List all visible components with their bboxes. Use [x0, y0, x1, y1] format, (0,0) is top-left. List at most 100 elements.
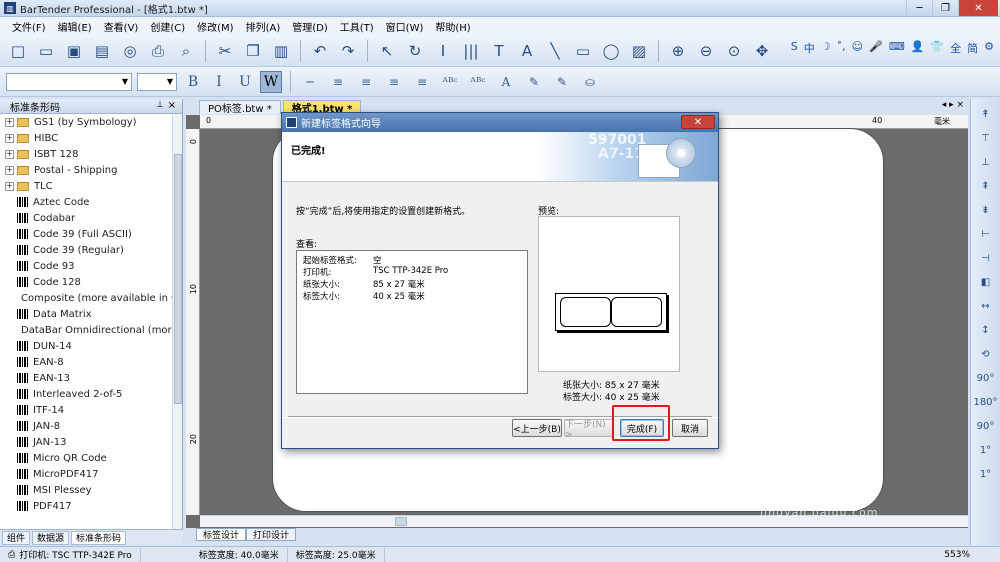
back-button[interactable]: <上一步(B)	[512, 419, 562, 437]
line-icon[interactable]: ╲	[543, 39, 567, 63]
arrange-tool-icon[interactable]: ⊢	[976, 225, 996, 243]
tree-item[interactable]: + TLC	[0, 178, 182, 194]
tree-item[interactable]: + Postal - Shipping	[0, 162, 182, 178]
arrange-tool-icon[interactable]: ↟	[976, 105, 996, 123]
zoom-in-icon[interactable]: ⊕	[666, 39, 690, 63]
tree-item[interactable]: DataBar Omnidirectional (more a	[0, 322, 182, 338]
bold-button[interactable]: B	[182, 71, 204, 93]
menu-item[interactable]: 窗口(W)	[380, 19, 430, 34]
align-option-button[interactable]: ≡	[327, 71, 349, 93]
pin-icon[interactable]: ⊥	[156, 100, 164, 110]
open-icon[interactable]: ▭	[34, 39, 58, 63]
paste-icon[interactable]: ▥	[269, 39, 293, 63]
dialog-close-button[interactable]: ✕	[681, 115, 715, 129]
copy-icon[interactable]: ❐	[241, 39, 265, 63]
expand-icon[interactable]: +	[5, 165, 14, 175]
barcode-icon[interactable]: |||	[459, 39, 483, 63]
zoom-page-icon[interactable]: ✥	[750, 39, 774, 63]
align-option-button[interactable]: ─	[299, 71, 321, 93]
tree-item[interactable]: Code 93	[0, 258, 182, 274]
tree-item[interactable]: PDF417	[0, 498, 182, 514]
document-tab[interactable]: PO标签.btw *	[199, 100, 281, 115]
ime-button[interactable]: ˚,	[837, 40, 846, 56]
menu-item[interactable]: 管理(D)	[286, 19, 334, 34]
minimize-button[interactable]: ─	[906, 0, 932, 16]
menu-item[interactable]: 帮助(H)	[429, 19, 476, 34]
ime-button[interactable]: 👕	[930, 40, 944, 56]
tree-item[interactable]: Codabar	[0, 210, 182, 226]
align-option-button[interactable]: ≡	[383, 71, 405, 93]
tree-item[interactable]: DUN-14	[0, 338, 182, 354]
ime-button[interactable]: 🎤	[869, 40, 883, 56]
menu-item[interactable]: 修改(M)	[191, 19, 239, 34]
menu-item[interactable]: 排列(A)	[240, 19, 287, 34]
arrange-tool-icon[interactable]: ⊥	[976, 153, 996, 171]
arrange-tool-icon[interactable]: 1°	[976, 441, 996, 459]
align-option-button[interactable]: A	[495, 71, 517, 93]
panel-tab[interactable]: 数据源	[32, 530, 70, 545]
menu-item[interactable]: 编辑(E)	[52, 19, 98, 34]
finish-button[interactable]: 完成(F)	[620, 419, 664, 437]
ime-button[interactable]: S	[791, 40, 798, 56]
arrange-tool-icon[interactable]: ↔	[976, 297, 996, 315]
zoom-out-icon[interactable]: ⊖	[694, 39, 718, 63]
tree-item[interactable]: Code 128	[0, 274, 182, 290]
wrap-button[interactable]: W	[260, 70, 282, 93]
arrange-tool-icon[interactable]: ↕	[976, 321, 996, 339]
ime-button[interactable]: 全	[950, 40, 961, 56]
design-tab[interactable]: 标签设计	[196, 528, 247, 541]
ime-button[interactable]: 中	[804, 40, 815, 56]
menu-item[interactable]: 创建(C)	[144, 19, 191, 34]
next-button[interactable]: 下一步(N) >	[564, 419, 614, 440]
cancel-button[interactable]: 取消	[672, 419, 708, 437]
design-tab[interactable]: 打印设计	[246, 528, 297, 541]
ime-button[interactable]: 👤	[911, 40, 925, 56]
cut-icon[interactable]: ✂	[213, 39, 237, 63]
rectangle-icon[interactable]: ▭	[571, 39, 595, 63]
align-option-button[interactable]: ≡	[411, 71, 433, 93]
tree-item[interactable]: JAN-13	[0, 434, 182, 450]
expand-icon[interactable]: +	[5, 149, 14, 159]
font-size-select[interactable]: ▼	[137, 72, 177, 91]
tree-item[interactable]: ITF-14	[0, 402, 182, 418]
expand-icon[interactable]: +	[5, 133, 14, 143]
tree-item[interactable]: EAN-13	[0, 370, 182, 386]
panel-tab[interactable]: 标准条形码	[71, 530, 127, 545]
arrange-tool-icon[interactable]: ⟲	[976, 345, 996, 363]
save-icon[interactable]: ▣	[62, 39, 86, 63]
tree-item[interactable]: Data Matrix	[0, 306, 182, 322]
scrollbar-thumb[interactable]	[174, 154, 182, 404]
arrange-tool-icon[interactable]: ⇞	[976, 177, 996, 195]
text-icon[interactable]: T	[487, 39, 511, 63]
database-icon[interactable]: ◎	[118, 39, 142, 63]
tree-item[interactable]: Code 39 (Regular)	[0, 242, 182, 258]
align-option-button[interactable]: ᴬᴮᶜ	[439, 71, 461, 93]
panel-scrollbar[interactable]	[172, 114, 182, 529]
arrange-tool-icon[interactable]: ◧	[976, 273, 996, 291]
align-option-button[interactable]: ✎	[523, 71, 545, 93]
redo-icon[interactable]: ↷	[336, 39, 360, 63]
print-icon[interactable]: ⎙	[146, 39, 170, 63]
menu-item[interactable]: 查看(V)	[98, 19, 145, 34]
print-preview-icon[interactable]: ⌕	[174, 39, 198, 63]
ellipse-icon[interactable]: ◯	[599, 39, 623, 63]
tree-item[interactable]: + GS1 (by Symbology)	[0, 114, 182, 130]
ime-button[interactable]: ☽	[821, 40, 831, 56]
picture-icon[interactable]: ▨	[627, 39, 651, 63]
ime-button[interactable]: ⚙	[984, 40, 994, 56]
tree-item[interactable]: MSI Plessey	[0, 482, 182, 498]
new-icon[interactable]: □	[6, 39, 30, 63]
align-option-button[interactable]: ✎	[551, 71, 573, 93]
undo-icon[interactable]: ↶	[308, 39, 332, 63]
align-option-button[interactable]: ᴬᴮᶜ	[467, 71, 489, 93]
zoom-fit-icon[interactable]: ⊙	[722, 39, 746, 63]
tree-item[interactable]: + ISBT 128	[0, 146, 182, 162]
text-cursor-icon[interactable]: I	[431, 39, 455, 63]
menu-item[interactable]: 文件(F)	[6, 19, 52, 34]
underline-button[interactable]: U	[234, 71, 256, 93]
tree-item[interactable]: Aztec Code	[0, 194, 182, 210]
italic-button[interactable]: I	[208, 71, 230, 93]
close-panel-icon[interactable]: ×	[168, 100, 176, 111]
align-option-button[interactable]: ⛀	[579, 71, 601, 93]
arrange-tool-icon[interactable]: ⊣	[976, 249, 996, 267]
